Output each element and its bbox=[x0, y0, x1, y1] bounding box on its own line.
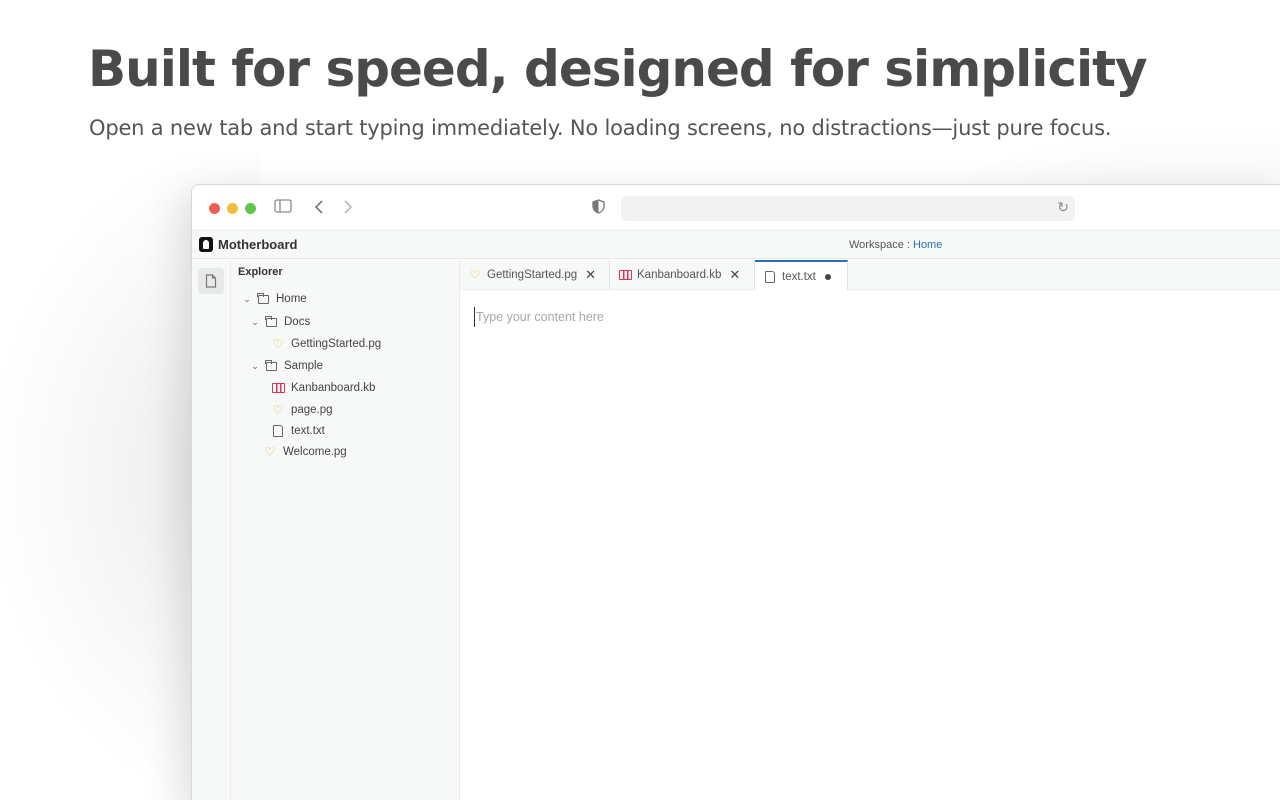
explorer-title: Explorer bbox=[238, 266, 283, 278]
file-icon bbox=[271, 424, 285, 438]
chevron-down-icon[interactable]: ⌄ bbox=[241, 294, 253, 305]
tree-item-text[interactable]: text.txt bbox=[271, 422, 325, 440]
app-name: Motherboard bbox=[218, 237, 298, 252]
tree-item-gettingstarted[interactable]: ♡ GettingStarted.pg bbox=[271, 335, 382, 353]
kanban-icon bbox=[618, 268, 632, 282]
page-gem-icon: ♡ bbox=[264, 445, 276, 459]
tree-item-home[interactable]: ⌄ Home bbox=[241, 290, 307, 308]
tree-item-label: text.txt bbox=[291, 425, 325, 437]
reload-icon[interactable]: ↻ bbox=[1057, 199, 1069, 216]
workspace-indicator: Workspace : Home bbox=[849, 239, 942, 251]
sidebar-toggle-icon[interactable] bbox=[274, 199, 292, 218]
tree-item-page[interactable]: ♡ page.pg bbox=[271, 401, 333, 419]
folder-icon bbox=[264, 359, 278, 373]
tab-label: text.txt bbox=[782, 270, 816, 283]
kanban-icon bbox=[271, 381, 285, 395]
hero-subtitle: Open a new tab and start typing immediat… bbox=[89, 116, 1112, 140]
minimize-window-button[interactable] bbox=[227, 203, 238, 214]
close-icon[interactable]: ✕ bbox=[729, 267, 740, 283]
page-gem-icon: ♡ bbox=[272, 337, 284, 351]
editor-tabs: ♡ GettingStarted.pg ✕ Kanbanboard.kb ✕ t… bbox=[460, 260, 1280, 291]
shield-icon[interactable] bbox=[592, 199, 605, 219]
tab-text-active[interactable]: text.txt bbox=[755, 260, 848, 291]
unsaved-dot-icon[interactable] bbox=[824, 273, 831, 280]
workspace-label: Workspace : bbox=[849, 239, 913, 251]
tab-gettingstarted[interactable]: ♡ GettingStarted.pg ✕ bbox=[460, 260, 610, 290]
back-icon[interactable] bbox=[314, 199, 324, 220]
folder-icon bbox=[264, 315, 278, 329]
page-gem-icon: ♡ bbox=[469, 268, 481, 282]
tree-item-sample[interactable]: ⌄ Sample bbox=[249, 357, 323, 375]
tree-item-label: Kanbanboard.kb bbox=[291, 382, 376, 394]
tree-item-label: page.pg bbox=[291, 404, 333, 416]
tree-item-kanbanboard[interactable]: Kanbanboard.kb bbox=[271, 379, 375, 397]
browser-toolbar: ↻ bbox=[192, 185, 1280, 231]
forward-icon[interactable] bbox=[343, 199, 353, 220]
tab-kanbanboard[interactable]: Kanbanboard.kb ✕ bbox=[610, 260, 755, 290]
workspace-link[interactable]: Home bbox=[913, 239, 942, 251]
motherboard-logo-icon bbox=[199, 237, 213, 252]
chevron-down-icon[interactable]: ⌄ bbox=[249, 361, 261, 372]
files-icon bbox=[205, 274, 217, 288]
hero-title: Built for speed, designed for simplicity bbox=[88, 40, 1148, 98]
folder-icon bbox=[256, 292, 270, 306]
maximize-window-button[interactable] bbox=[245, 203, 256, 214]
close-icon[interactable]: ✕ bbox=[585, 267, 596, 283]
app-header: Motherboard Workspace : Home bbox=[192, 231, 1280, 259]
tree-item-label: Sample bbox=[284, 360, 323, 372]
tree-item-label: GettingStarted.pg bbox=[291, 338, 382, 350]
tree-item-docs[interactable]: ⌄ Docs bbox=[249, 313, 310, 331]
editor-input[interactable] bbox=[474, 307, 1174, 327]
tree-item-welcome[interactable]: ♡ Welcome.pg bbox=[263, 443, 347, 461]
explorer-activity-button[interactable] bbox=[198, 268, 224, 294]
tree-item-label: Home bbox=[276, 293, 307, 305]
close-window-button[interactable] bbox=[209, 203, 220, 214]
explorer-panel: Explorer ⌄ Home ⌄ Docs ♡ GettingStarted.… bbox=[231, 260, 460, 800]
tab-label: Kanbanboard.kb bbox=[637, 269, 722, 281]
activity-bar bbox=[192, 260, 231, 800]
tab-label: GettingStarted.pg bbox=[487, 269, 578, 281]
file-icon bbox=[763, 270, 777, 284]
editor-area bbox=[460, 290, 1280, 800]
chevron-down-icon[interactable]: ⌄ bbox=[249, 317, 261, 328]
address-bar[interactable]: ↻ bbox=[621, 196, 1075, 221]
app-window: ↻ Motherboard Workspace : Home Explorer … bbox=[191, 184, 1280, 800]
tree-item-label: Welcome.pg bbox=[283, 446, 347, 458]
page-gem-icon: ♡ bbox=[272, 403, 284, 417]
tree-item-label: Docs bbox=[284, 316, 311, 328]
